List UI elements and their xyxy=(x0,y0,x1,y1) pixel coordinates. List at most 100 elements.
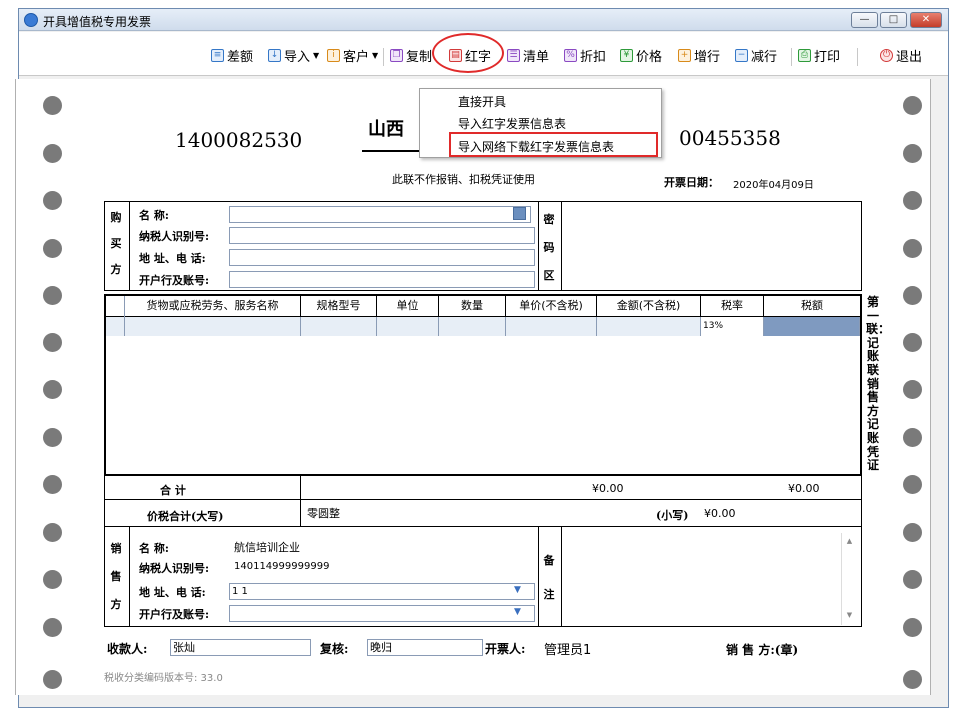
seller-name-label: 名 称: xyxy=(139,542,169,555)
version-text: 税收分类编码版本号: 33.0 xyxy=(104,673,223,684)
buyer-address-label: 地 址、电 话: xyxy=(139,252,206,265)
buyer-bank-input[interactable] xyxy=(229,271,535,288)
menu-highlight-box xyxy=(449,132,658,157)
maximize-button[interactable]: □ xyxy=(880,12,907,28)
col-header: 数量 xyxy=(461,299,483,312)
title-bar: 开具增值税专用发票 — □ ✕ xyxy=(19,9,948,31)
quantity-cell[interactable] xyxy=(439,317,506,336)
toolbar-label: 折扣 xyxy=(580,49,607,65)
total-row xyxy=(104,476,862,500)
col-header: 金额(不含税) xyxy=(616,299,681,312)
col-header: 单位 xyxy=(396,299,419,312)
cipher-char: 码 xyxy=(543,241,555,254)
toolbar-label: 增行 xyxy=(694,49,721,65)
seller-address-select[interactable]: 1 1 xyxy=(229,583,535,600)
red-invoice-menu: 直接开具 导入红字发票信息表 导入网络下载红字发票信息表 xyxy=(419,88,662,158)
app-icon xyxy=(24,13,38,27)
menu-item-direct-issue[interactable]: 直接开具 xyxy=(458,93,506,110)
invoice-notice: 此联不作报销、扣税凭证使用 xyxy=(392,173,535,186)
close-button[interactable]: ✕ xyxy=(910,12,942,28)
chevron-down-icon[interactable]: ▼ xyxy=(514,607,521,617)
tax-rate-cell[interactable]: 13% xyxy=(701,317,764,336)
seller-address-label: 地 址、电 话: xyxy=(139,586,206,599)
toolbar-label: 差额 xyxy=(227,49,254,65)
amount-cell[interactable] xyxy=(597,317,701,336)
chevron-down-icon[interactable]: ▼ xyxy=(514,585,521,595)
toolbar-difference-button[interactable]: ≡ 差额 xyxy=(211,46,254,65)
punch-hole xyxy=(903,570,922,589)
buyer-section-char: 方 xyxy=(110,263,122,276)
toolbar-add-row-button[interactable]: + 增行 xyxy=(678,46,721,65)
punch-hole xyxy=(903,523,922,542)
toolbar-customer-button[interactable]: i 客户 ▼ xyxy=(327,46,379,65)
punch-hole xyxy=(903,144,922,163)
divider xyxy=(129,201,130,291)
toolbar-discount-button[interactable]: % 折扣 xyxy=(564,46,607,65)
toolbar-import-button[interactable]: ↓ 导入 ▼ xyxy=(268,46,320,65)
reviewer-input[interactable]: 晚归 xyxy=(367,639,483,656)
buyer-name-label: 名 称: xyxy=(139,209,169,222)
punch-hole xyxy=(43,570,62,589)
seller-section-char: 销 xyxy=(110,542,122,555)
buyer-bank-label: 开户行及账号: xyxy=(139,274,210,287)
grand-total-label: 价税合计(大写) xyxy=(147,510,224,523)
toolbar-delete-row-button[interactable]: − 减行 xyxy=(735,46,778,65)
punch-hole xyxy=(903,286,922,305)
menu-item-import-red-info[interactable]: 导入红字发票信息表 xyxy=(458,115,566,132)
grand-total-small: ¥0.00 xyxy=(704,507,736,520)
customer-icon: i xyxy=(327,48,340,62)
remark-char: 注 xyxy=(543,588,555,601)
buyer-lookup-icon[interactable] xyxy=(513,207,526,220)
toolbar-exit-button[interactable]: ⏻ 退出 xyxy=(880,46,922,65)
toolbar-print-button[interactable]: ⎙ 打印 xyxy=(798,46,840,65)
seller-stamp-label: 销 售 方:(章) xyxy=(726,643,799,657)
toolbar-price-button[interactable]: ¥ 价格 xyxy=(620,46,663,65)
item-name-cell[interactable] xyxy=(125,317,301,336)
remark-scrollbar[interactable]: ▲ ▼ xyxy=(841,533,857,625)
grand-small-label: (小写) xyxy=(656,509,689,522)
col-header: 货物或应税劳务、服务名称 xyxy=(146,299,279,312)
punch-hole xyxy=(903,475,922,494)
toolbar-copy-button[interactable]: ❐ 复制 xyxy=(390,46,432,65)
spec-cell[interactable] xyxy=(301,317,377,336)
toolbar-label: 导入 xyxy=(284,49,311,65)
buyer-tax-id-label: 纳税人识别号: xyxy=(139,230,210,243)
punch-hole xyxy=(43,475,62,494)
buyer-name-input[interactable] xyxy=(229,206,531,223)
list-icon: ☰ xyxy=(507,48,520,62)
power-icon: ⏻ xyxy=(880,48,893,62)
divider xyxy=(538,201,539,291)
divider xyxy=(300,476,301,500)
dropdown-arrow-icon: ▼ xyxy=(313,50,320,60)
import-icon: ↓ xyxy=(268,48,281,62)
toolbar-label: 清单 xyxy=(523,49,550,65)
buyer-tax-id-input[interactable] xyxy=(229,227,535,244)
price-icon: ¥ xyxy=(620,48,633,62)
add-row-icon: + xyxy=(678,48,691,62)
window-title: 开具增值税专用发票 xyxy=(43,15,152,29)
punch-hole xyxy=(903,191,922,210)
toolbar-list-button[interactable]: ☰ 清单 xyxy=(507,46,550,65)
punch-hole xyxy=(43,428,62,447)
seller-section-char: 方 xyxy=(110,598,122,611)
punch-hole xyxy=(903,428,922,447)
minimize-button[interactable]: — xyxy=(851,12,878,28)
seller-bank-label: 开户行及账号: xyxy=(139,608,210,621)
punch-hole xyxy=(43,144,62,163)
punch-hole xyxy=(903,239,922,258)
toolbar-label: 减行 xyxy=(751,49,778,65)
difference-icon: ≡ xyxy=(211,48,224,62)
col-header: 税率 xyxy=(721,299,743,312)
red-invoice-highlight-circle xyxy=(432,33,504,73)
unit-price-cell[interactable] xyxy=(506,317,597,336)
toolbar-label: 价格 xyxy=(636,49,663,65)
seller-bank-select[interactable] xyxy=(229,605,535,622)
unit-cell[interactable] xyxy=(377,317,439,336)
payee-label: 收款人: xyxy=(107,642,148,656)
punch-hole xyxy=(43,96,62,115)
row-selector[interactable] xyxy=(106,317,125,336)
buyer-address-input[interactable] xyxy=(229,249,535,266)
dropdown-arrow-icon: ▼ xyxy=(372,50,379,60)
tax-amount-cell[interactable] xyxy=(764,317,860,336)
payee-input[interactable]: 张灿 xyxy=(170,639,311,656)
